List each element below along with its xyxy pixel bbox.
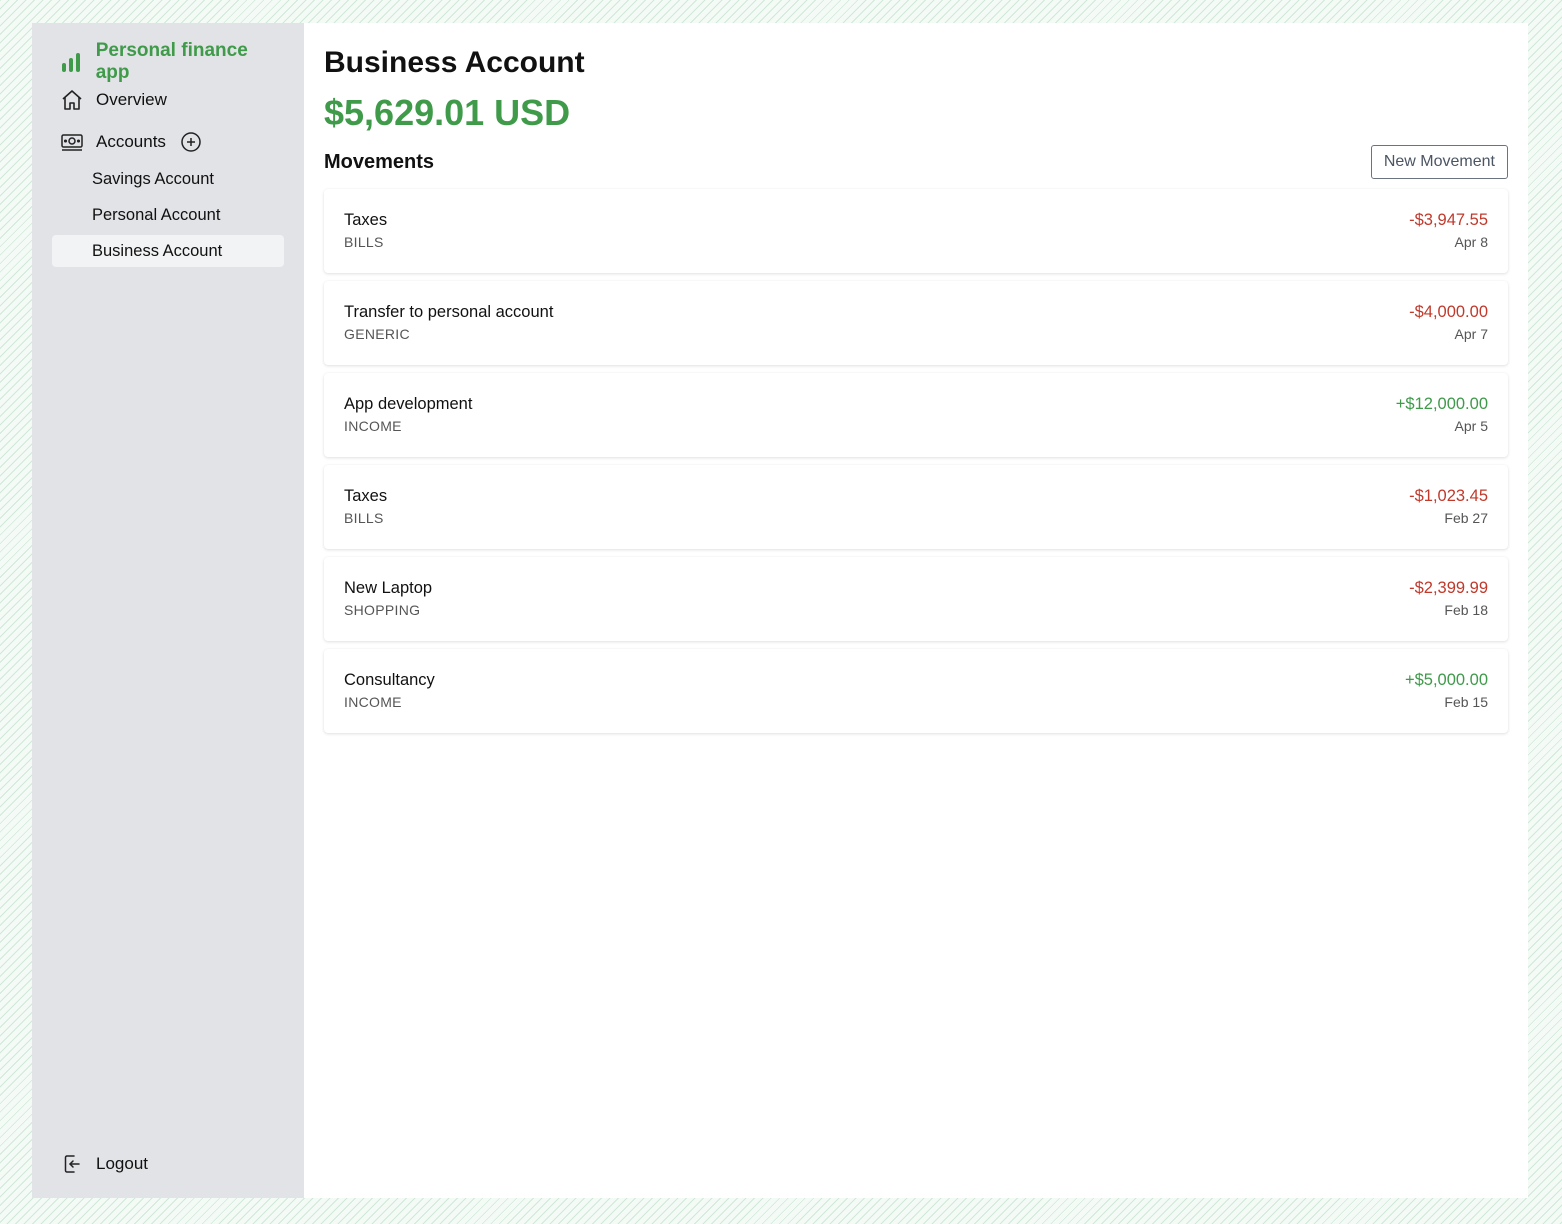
movement-row[interactable]: App development INCOME +$12,000.00 Apr 5 [324, 373, 1508, 457]
movement-amount: -$3,947.55 [1409, 211, 1488, 229]
movement-category: BILLS [344, 234, 384, 250]
bar-chart-icon [62, 52, 82, 72]
movement-amount: -$4,000.00 [1409, 303, 1488, 321]
sidebar-item-business-account[interactable]: Business Account [52, 235, 284, 267]
movement-title: Taxes [344, 487, 388, 505]
new-movement-button[interactable]: New Movement [1370, 145, 1508, 179]
nav-accounts-label: Accounts [96, 132, 166, 151]
movement-title: Consultancy [344, 671, 435, 689]
movement-date: Apr 5 [1454, 418, 1488, 434]
movement-category: SHOPPING [344, 602, 421, 618]
sidebar: Personal finance app Overview Accounts S… [32, 23, 304, 1198]
sidebar-item-personal-account[interactable]: Personal Account [52, 199, 284, 231]
nav-accounts[interactable]: Accounts [60, 127, 284, 157]
movement-date: Apr 8 [1454, 234, 1488, 250]
nav-overview-label: Overview [96, 90, 167, 109]
movement-row[interactable]: New Laptop SHOPPING -$2,399.99 Feb 18 [324, 557, 1508, 641]
movement-date: Feb 27 [1444, 510, 1488, 526]
plus-circle-icon[interactable] [180, 131, 202, 153]
movement-amount: +$12,000.00 [1395, 395, 1488, 413]
movement-category: INCOME [344, 418, 402, 434]
movement-amount: +$5,000.00 [1404, 671, 1488, 689]
movement-row[interactable]: Consultancy INCOME +$5,000.00 Feb 15 [324, 649, 1508, 733]
movement-title: Taxes [344, 211, 388, 229]
brand[interactable]: Personal finance app [62, 40, 284, 83]
movements-header: Movements New Movement [324, 145, 1508, 179]
app-title: Personal finance app [95, 40, 248, 83]
app-frame: Personal finance app Overview Accounts S… [32, 23, 1528, 1198]
sidebar-item-savings-account[interactable]: Savings Account [52, 163, 284, 195]
movement-category: BILLS [344, 510, 384, 526]
movement-title: New Laptop [344, 579, 433, 597]
movement-amount: -$1,023.45 [1409, 487, 1488, 505]
banknote-icon [60, 130, 84, 154]
main-content: Business Account $5,629.01 USD Movements… [304, 23, 1528, 1198]
movement-title: Transfer to personal account [344, 303, 554, 321]
movement-row[interactable]: Taxes BILLS -$1,023.45 Feb 27 [324, 465, 1508, 549]
account-balance: $5,629.01 USD [324, 92, 571, 133]
movement-row[interactable]: Taxes BILLS -$3,947.55 Apr 8 [324, 189, 1508, 273]
page-title: Business Account [324, 46, 585, 79]
movements-title: Movements [324, 150, 435, 173]
movement-amount: -$2,399.99 [1409, 579, 1488, 597]
movement-date: Feb 15 [1444, 694, 1488, 710]
movement-title: App development [344, 395, 473, 413]
movement-date: Apr 7 [1454, 326, 1488, 342]
movement-date: Feb 18 [1444, 602, 1488, 618]
nav-overview[interactable]: Overview [60, 85, 284, 115]
movement-category: GENERIC [344, 326, 410, 342]
home-icon [60, 88, 84, 112]
movement-category: INCOME [344, 694, 402, 710]
logout-label: Logout [96, 1154, 148, 1173]
logout-icon [60, 1152, 84, 1176]
movement-row[interactable]: Transfer to personal account GENERIC -$4… [324, 281, 1508, 365]
movements-list: Taxes BILLS -$3,947.55 Apr 8 Transfer to… [324, 189, 1508, 733]
logout-button[interactable]: Logout [60, 1152, 148, 1176]
account-list: Savings Account Personal Account Busines… [52, 163, 284, 267]
